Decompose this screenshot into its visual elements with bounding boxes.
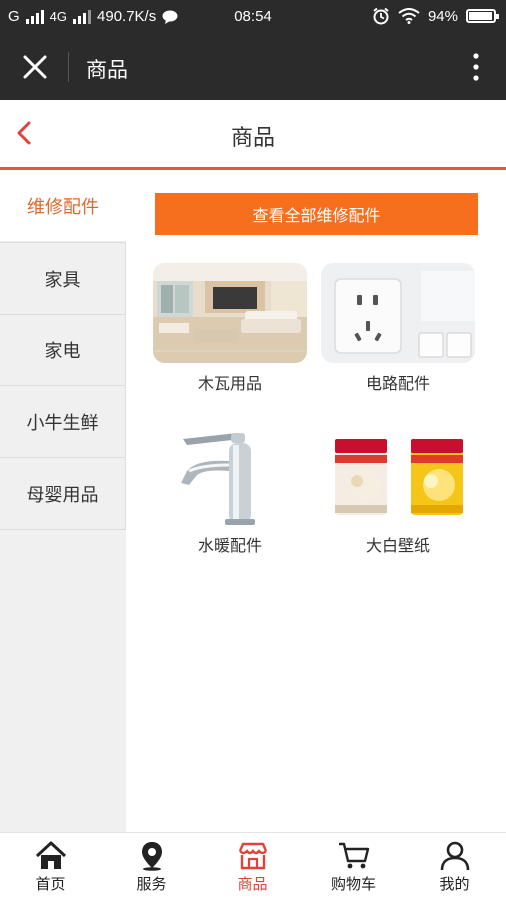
category-item-fresh-food[interactable]: 小牛生鲜 [0, 386, 126, 458]
product-card[interactable]: 木瓦用品 [153, 263, 307, 394]
tab-profile[interactable]: 我的 [404, 841, 505, 894]
tab-home[interactable]: 首页 [0, 841, 101, 894]
category-item-appliances[interactable]: 家电 [0, 314, 126, 386]
tab-label: 购物车 [330, 875, 376, 893]
living-room-image [153, 263, 307, 363]
product-card[interactable]: 水暖配件 [153, 425, 307, 556]
tab-services[interactable]: 服务 [101, 841, 202, 894]
bottom-tab-bar: 首页 服务 商品 购物车 我的 [0, 832, 506, 901]
home-icon [35, 841, 66, 869]
close-icon[interactable] [20, 52, 50, 82]
product-label: 水暖配件 [197, 536, 262, 555]
location-pin-icon [141, 842, 162, 871]
tab-cart[interactable]: 购物车 [303, 841, 404, 894]
page-title: 商品 [230, 126, 275, 151]
category-item-furniture[interactable]: 家具 [0, 242, 126, 315]
product-card[interactable]: 大白壁纸 [321, 425, 475, 556]
paint-bucket-image [321, 425, 475, 525]
product-card[interactable]: 电路配件 [321, 263, 475, 394]
app-title: 商品 [86, 58, 128, 82]
faucet-image [153, 425, 307, 525]
battery-percent: 94% [427, 7, 458, 25]
user-icon [440, 841, 469, 871]
category-label: 维修配件 [27, 196, 99, 218]
product-label: 木瓦用品 [197, 374, 262, 393]
category-sidebar: 维修配件 家具 家电 小牛生鲜 母婴用品 [0, 170, 126, 832]
tab-label: 服务 [136, 875, 167, 893]
tab-label: 我的 [439, 875, 470, 893]
product-panel: 查看全部维修配件 木瓦用品 电路配件 水暖配件 大白壁纸 [126, 170, 506, 832]
app-bar: 商品 [0, 34, 506, 100]
status-bar: G 4G 490.7K/s 08:54 94% [0, 0, 506, 34]
wifi-icon [398, 8, 420, 24]
battery-icon [466, 9, 499, 23]
category-label: 家具 [44, 269, 81, 291]
view-all-button[interactable]: 查看全部维修配件 [155, 193, 478, 235]
wall-socket-image [321, 263, 475, 363]
category-item-repair-parts[interactable]: 维修配件 [0, 170, 126, 241]
tab-products[interactable]: 商品 [202, 841, 303, 894]
more-options-icon[interactable] [472, 52, 480, 82]
page-header: 商品 [0, 100, 506, 170]
category-label: 母婴用品 [26, 484, 99, 506]
category-item-mother-baby[interactable]: 母婴用品 [0, 458, 126, 530]
alarm-icon [373, 7, 389, 25]
product-label: 大白壁纸 [365, 536, 430, 555]
store-icon [238, 842, 267, 870]
category-label: 家电 [44, 340, 81, 362]
product-label: 电路配件 [365, 374, 430, 393]
divider [68, 52, 69, 82]
category-label: 小牛生鲜 [26, 412, 99, 434]
tab-label: 商品 [237, 875, 268, 893]
cart-icon [338, 842, 369, 869]
tab-label: 首页 [35, 875, 66, 893]
view-all-label: 查看全部维修配件 [252, 206, 381, 225]
